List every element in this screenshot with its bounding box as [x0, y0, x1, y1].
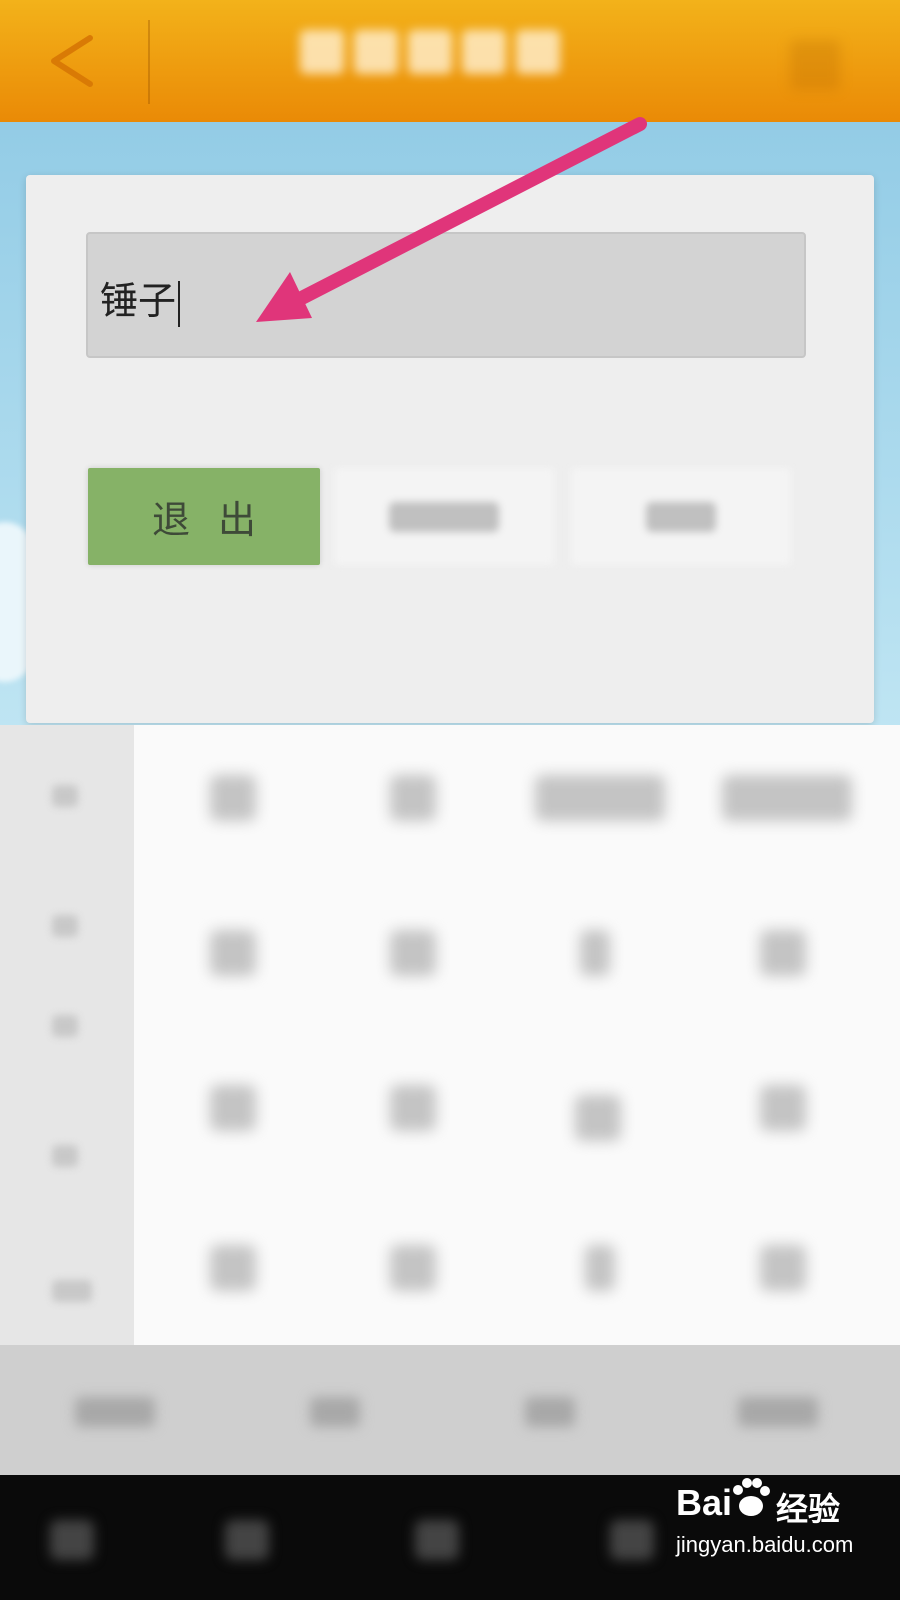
nav-back-icon[interactable] — [225, 1520, 269, 1560]
keyboard-key[interactable] — [575, 1095, 621, 1141]
header-action-icon[interactable] — [790, 40, 840, 90]
keyboard-key[interactable] — [760, 930, 806, 976]
text-input-dialog: 锤子 退出 — [26, 175, 874, 723]
keyboard-key[interactable] — [390, 930, 436, 976]
watermark-url: jingyan.baidu.com — [676, 1532, 854, 1557]
keyboard-key[interactable] — [390, 1085, 436, 1131]
text-input-field[interactable]: 锤子 — [86, 232, 806, 358]
keyboard-key[interactable] — [210, 1245, 256, 1291]
keyboard-function-key[interactable] — [525, 1397, 575, 1427]
exit-button[interactable]: 退出 — [88, 468, 320, 565]
right-button[interactable] — [571, 468, 791, 565]
nav-home-icon[interactable] — [415, 1520, 459, 1560]
page-title — [300, 30, 600, 90]
watermark-logo: Bai — [676, 1482, 733, 1523]
keyboard-key[interactable] — [210, 775, 256, 821]
nav-menu-icon[interactable] — [50, 1520, 94, 1560]
back-button[interactable] — [38, 26, 108, 96]
keyboard-key[interactable] — [760, 1245, 806, 1291]
keyboard-key[interactable] — [722, 775, 852, 821]
keyboard-key[interactable] — [585, 1245, 615, 1291]
keyboard-function-key[interactable] — [738, 1397, 818, 1427]
keyboard-key[interactable] — [210, 930, 256, 976]
paw-icon — [733, 1478, 770, 1516]
header-divider — [148, 20, 150, 104]
baidu-jingyan-watermark: Bai 经验 jingyan.baidu.com — [676, 1476, 866, 1576]
keyboard-bottom-bar — [0, 1345, 900, 1475]
keyboard-key[interactable] — [760, 1085, 806, 1131]
exit-button-label: 退出 — [151, 498, 284, 542]
chevron-left-icon — [51, 35, 93, 87]
keyboard-key[interactable] — [210, 1085, 256, 1131]
middle-button[interactable] — [334, 468, 554, 565]
keyboard-function-key[interactable] — [310, 1397, 360, 1427]
input-value: 锤子 — [100, 279, 177, 323]
text-caret — [178, 280, 181, 327]
keyboard-key[interactable] — [580, 930, 610, 976]
nav-recent-icon[interactable] — [610, 1520, 654, 1560]
watermark-brand: 经验 — [776, 1490, 841, 1528]
soft-keyboard — [0, 725, 900, 1345]
app-header — [0, 0, 900, 122]
keyboard-key[interactable] — [535, 775, 665, 821]
keyboard-key[interactable] — [390, 775, 436, 821]
keyboard-key[interactable] — [390, 1245, 436, 1291]
keyboard-function-key[interactable] — [75, 1397, 155, 1427]
keyboard-symbol-column[interactable] — [0, 725, 134, 1345]
